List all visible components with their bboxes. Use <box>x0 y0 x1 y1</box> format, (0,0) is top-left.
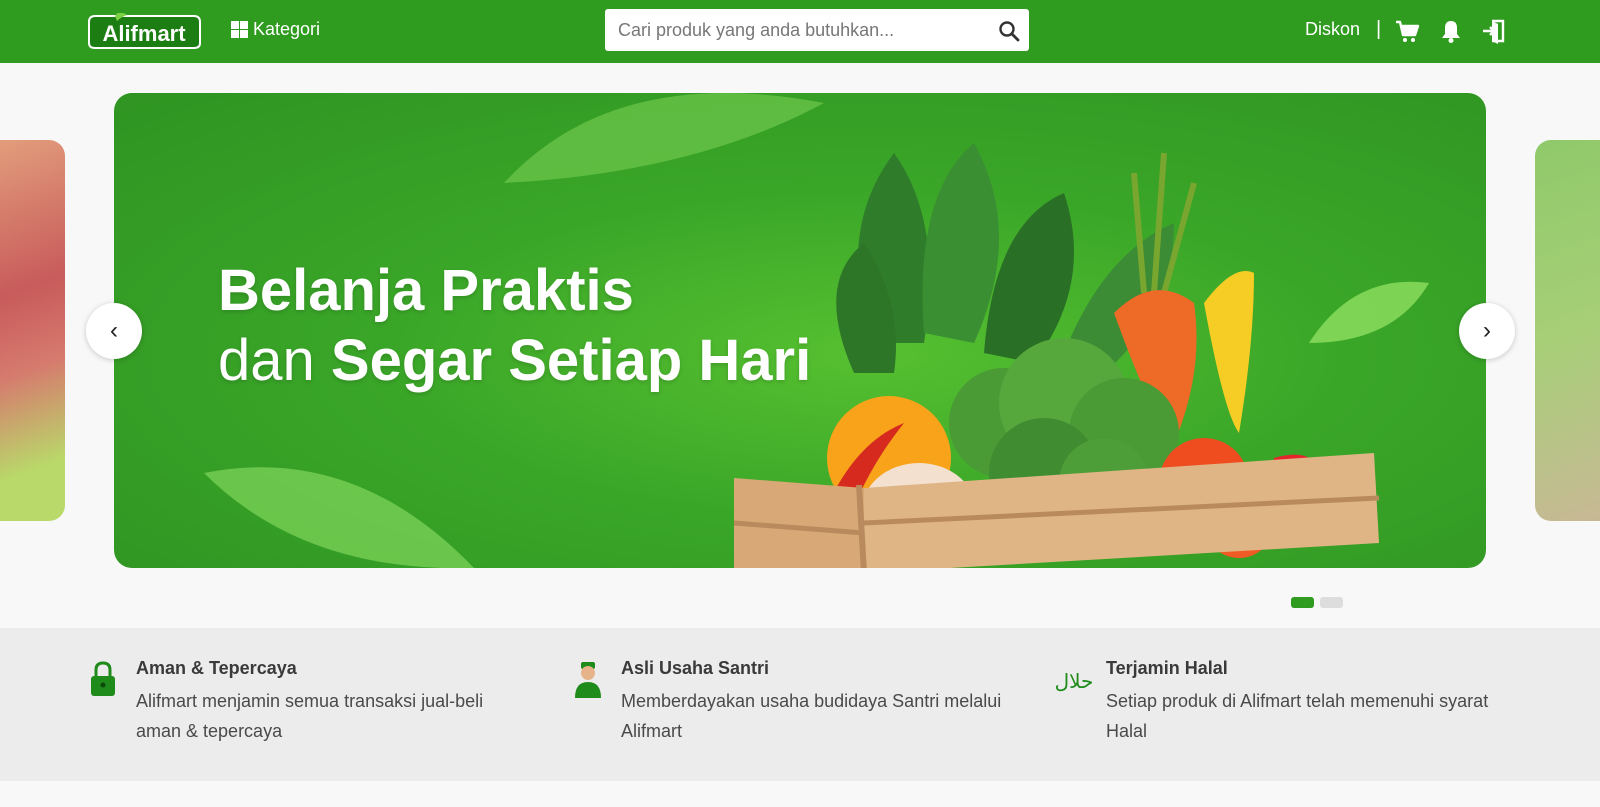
bell-icon[interactable] <box>1438 18 1464 44</box>
grid-icon <box>231 21 248 38</box>
search-icon[interactable] <box>997 19 1021 43</box>
carousel-dot-1[interactable] <box>1291 597 1314 608</box>
kategori-label: Kategori <box>253 19 321 39</box>
cart-icon[interactable] <box>1394 18 1420 44</box>
carousel-dot-2[interactable] <box>1320 597 1343 608</box>
kategori-menu[interactable]: Kategori <box>231 19 320 40</box>
vegetable-basket-illustration <box>734 143 1380 568</box>
feature-title: Terjamin Halal <box>1106 658 1228 678</box>
svg-text:حلال: حلال <box>1055 669 1094 693</box>
lock-icon <box>91 661 115 696</box>
search-bar <box>605 9 1029 51</box>
next-slide-preview[interactable] <box>1535 140 1600 521</box>
feature-title: Asli Usaha Santri <box>621 658 770 678</box>
feature-desc: Memberdayakan usaha budidaya Santri mela… <box>621 691 1002 741</box>
svg-text:Alifmart: Alifmart <box>102 21 186 46</box>
diskon-link[interactable]: Diskon <box>1305 19 1360 40</box>
nav-separator: | <box>1376 18 1382 40</box>
login-icon[interactable] <box>1481 18 1507 44</box>
features-strip: Aman & Tepercaya Alifmart menjamin semua… <box>0 628 1600 781</box>
halal-icon: حلال <box>1055 669 1094 693</box>
feature-desc: Setiap produk di Alifmart telah memenuhi… <box>1106 691 1489 741</box>
search-input[interactable] <box>605 9 985 51</box>
prev-slide-preview[interactable] <box>0 140 65 521</box>
banner-line1: Belanja Praktis <box>218 258 634 323</box>
banner-line2-light: dan <box>218 328 315 393</box>
hero-banner[interactable]: Belanja Praktis dan Segar Setiap Hari <box>114 93 1486 568</box>
top-navbar: Alifmart Kategori Diskon | <box>0 0 1600 63</box>
feature-title: Aman & Tepercaya <box>136 658 297 678</box>
carousel-next-button[interactable]: › <box>1459 303 1515 359</box>
banner-headline: Belanja Praktis dan Segar Setiap Hari <box>218 256 811 396</box>
alifmart-logo[interactable]: Alifmart <box>87 13 202 49</box>
carousel-indicators <box>1291 597 1343 608</box>
leaf-decoration-icon <box>204 467 474 568</box>
santri-icon <box>575 662 601 698</box>
carousel-prev-button[interactable]: ‹ <box>86 303 142 359</box>
feature-desc: Alifmart menjamin semua transaksi jual-b… <box>136 691 484 741</box>
